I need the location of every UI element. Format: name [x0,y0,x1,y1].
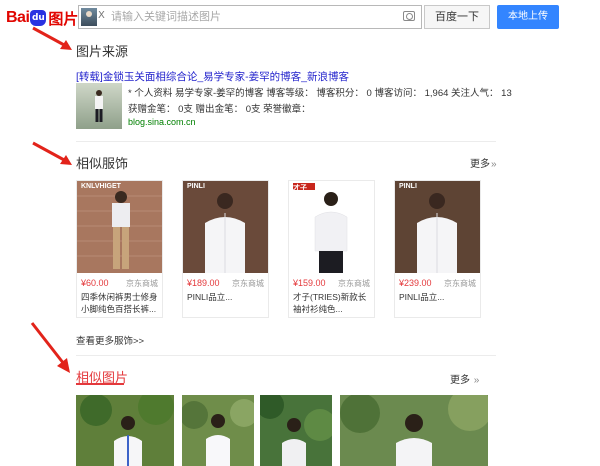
similar-images-more-link[interactable]: 更多 » [450,371,479,386]
source-meta-line1: * 个人资料 易学专家-姜罕的博客 博客等级： 博客积分： 0 博客访问： 1,… [128,88,512,99]
person-figure-icon [395,181,480,273]
product-brand: 才子 [293,185,307,192]
source-meta-line2: 获赠金笔： 0支 赠出金笔： 0支 荣誉徽章： [128,104,311,115]
double-chevron-right-icon: » [491,159,497,170]
clothing-card[interactable]: 才子 ¥159.00 京东商城 才子(TRIES)新款长袖衬衫纯色... [288,180,375,318]
product-image: KNLVHIGET [77,181,162,273]
product-shop: 京东商城 [126,279,158,288]
product-brand: PINLI [187,183,205,190]
clothing-card[interactable]: KNLVHIGET ¥60.00 京东商城 四季休闲裤男士修身小脚纯色百搭长裤.… [76,180,163,318]
product-title[interactable]: 四季休闲裤男士修身小脚纯色百搭长裤... [81,291,159,315]
more-label: 更多 [470,159,490,170]
person-figure-icon [77,181,162,273]
section-divider [76,141,496,142]
source-link[interactable]: [转载]金锁玉关面相综合论_易学专家-姜罕的博客_新浪博客 [76,69,349,84]
similar-image[interactable] [340,395,488,466]
product-image: PINLI [395,181,480,273]
logo-bai-text: Bai [6,9,30,26]
clothing-section-title: 相似服饰 [76,156,129,171]
person-figure-icon [289,181,374,273]
search-input[interactable] [111,7,391,27]
baidu-search-button[interactable]: 百度一下 [424,5,490,29]
double-chevron-right-icon: » [471,375,480,386]
section-divider [76,355,496,356]
product-shop: 京东商城 [444,279,476,288]
product-price: ¥159.00 [293,278,326,288]
person-figure-icon [95,90,103,122]
product-brand: PINLI [399,183,417,190]
product-brand: KNLVHIGET [81,183,121,190]
clothing-more-link[interactable]: 更多» [470,155,497,170]
view-more-clothing-link[interactable]: 查看更多服饰>> [76,333,144,347]
more-label: 更多 [450,375,470,386]
camera-icon[interactable] [403,11,415,21]
product-price: ¥60.00 [81,278,109,288]
product-image: 才子 [289,181,374,273]
person-photo [76,395,174,466]
active-tab-underline [76,383,124,385]
source-domain[interactable]: blog.sina.com.cn [128,117,196,127]
person-photo [340,395,488,466]
person-figure-icon [183,181,268,273]
product-price: ¥239.00 [399,278,432,288]
red-arrow-icon [30,322,70,373]
person-photo [182,395,254,466]
header: Bai du 图片 X 百度一下 本地上传 [0,0,600,36]
logo-paw-icon: du [30,10,47,26]
similar-image[interactable] [260,395,332,466]
product-title[interactable]: 才子(TRIES)新款长袖衬衫纯色... [293,291,371,315]
search-box: X [78,5,422,29]
source-section-title: 图片来源 [76,44,129,59]
search-query-thumbnail [81,8,97,26]
person-photo [260,395,332,466]
product-image: PINLI [183,181,268,273]
product-price: ¥189.00 [187,278,220,288]
similar-image[interactable] [182,395,254,466]
local-upload-button[interactable]: 本地上传 [497,5,559,29]
remove-thumbnail-icon[interactable]: X [98,10,105,21]
similar-image[interactable] [76,395,174,466]
product-shop: 京东商城 [338,279,370,288]
product-title[interactable]: PINLI品立... [187,291,265,315]
source-thumbnail[interactable] [76,83,122,129]
red-arrow-icon [32,141,72,165]
product-title[interactable]: PINLI品立... [399,291,477,315]
clothing-card[interactable]: PINLI ¥189.00 京东商城 PINLI品立... [182,180,269,318]
clothing-card[interactable]: PINLI ¥239.00 京东商城 PINLI品立... [394,180,481,318]
red-arrow-icon [32,26,72,50]
product-shop: 京东商城 [232,279,264,288]
